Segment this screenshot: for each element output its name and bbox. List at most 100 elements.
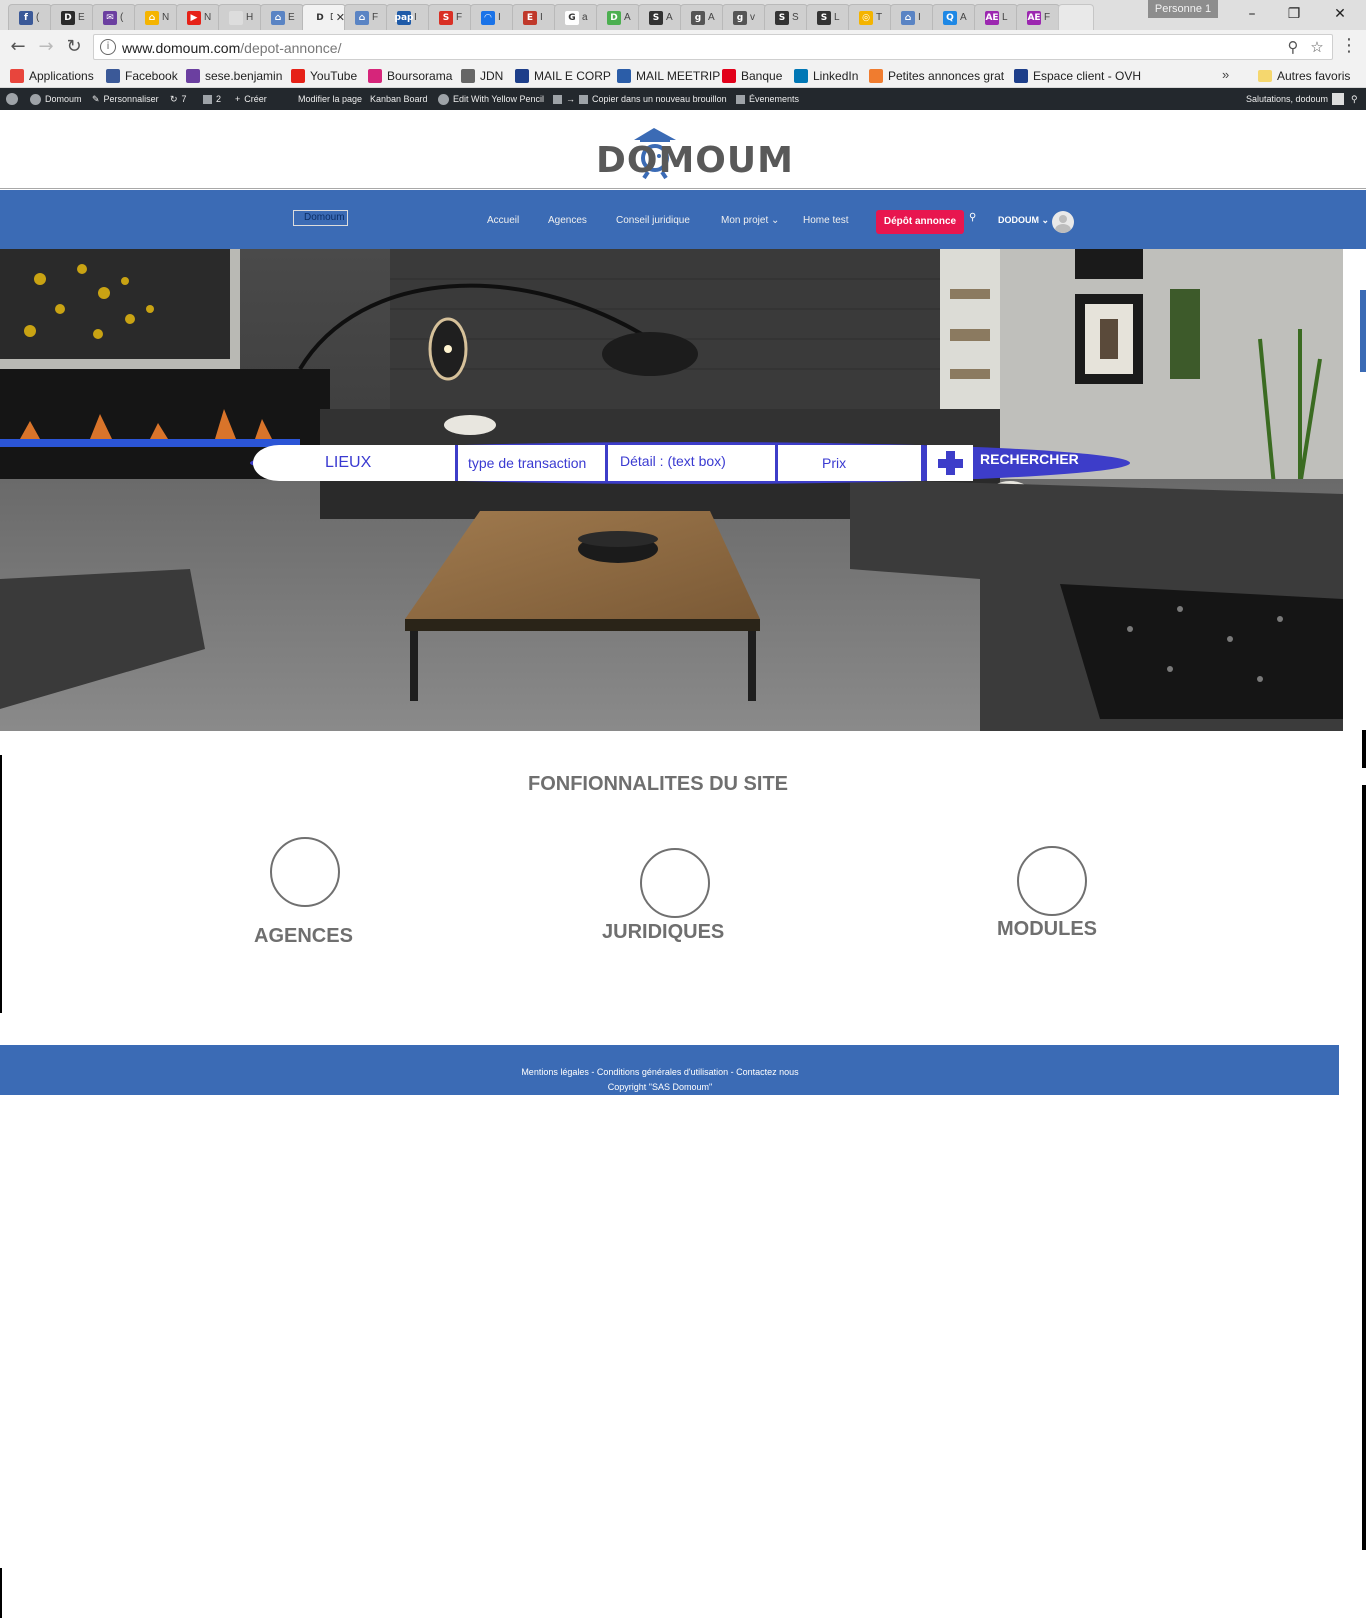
detail-field[interactable]: Détail : (text box) bbox=[608, 445, 778, 481]
tab-favicon-icon: D bbox=[607, 10, 621, 25]
scrollbar-thumb[interactable] bbox=[1360, 290, 1366, 372]
address-bar[interactable]: i www.domoum.com/depot-annonce/ ⚲ ☆ bbox=[93, 34, 1333, 60]
zoom-icon[interactable]: ⚲ bbox=[1284, 38, 1302, 56]
nav-home-test[interactable]: Home test bbox=[803, 215, 849, 226]
browser-tab[interactable]: SS bbox=[764, 4, 808, 30]
close-window-icon[interactable]: ✕ bbox=[1328, 2, 1352, 26]
wp-edit-page-label: Modifier la page bbox=[298, 94, 363, 104]
nav-legal[interactable]: Conseil juridique bbox=[616, 215, 690, 226]
browser-tab[interactable]: SA bbox=[638, 4, 682, 30]
browser-tab[interactable]: pap I bbox=[386, 4, 430, 30]
bookmark-item[interactable]: LinkedIn bbox=[794, 67, 858, 85]
browser-tab[interactable]: ◎ T bbox=[848, 4, 892, 30]
site-logo[interactable]: DOMOUM bbox=[592, 120, 793, 181]
wp-yellow-pencil-link[interactable]: Edit With Yellow Pencil bbox=[438, 88, 544, 110]
bookmark-item[interactable]: MAIL MEETRIP bbox=[617, 67, 720, 85]
profile-button[interactable]: Personne 1 bbox=[1148, 0, 1218, 18]
back-icon[interactable]: ← bbox=[6, 35, 30, 59]
browser-tab[interactable]: DD✕ bbox=[302, 4, 346, 30]
browser-tab[interactable]: QA bbox=[932, 4, 976, 30]
wp-copy-draft-link[interactable]: → Copier dans un nouveau brouillon bbox=[553, 88, 727, 110]
wp-greeting: Salutations, dodoum bbox=[1246, 94, 1329, 104]
wp-search-icon[interactable]: ⚲ bbox=[1351, 88, 1358, 110]
nav-project[interactable]: Mon projet ⌄ bbox=[721, 215, 779, 226]
browser-tab[interactable]: ⌂ E bbox=[260, 4, 304, 30]
browser-tab[interactable]: DE bbox=[50, 4, 94, 30]
nav-home[interactable]: Accueil bbox=[487, 215, 519, 226]
star-icon[interactable]: ☆ bbox=[1308, 38, 1326, 56]
browser-tab[interactable]: ⌂ N bbox=[134, 4, 178, 30]
new-tab-button[interactable] bbox=[1058, 4, 1094, 30]
bookmark-item[interactable]: sese.benjamin bbox=[186, 67, 282, 85]
update-icon: ↻ bbox=[170, 94, 178, 104]
agencies-icon bbox=[270, 837, 340, 907]
wp-events-link[interactable]: Évenements bbox=[736, 88, 799, 110]
browser-tab[interactable]: DA bbox=[596, 4, 640, 30]
browser-tab[interactable]: gv bbox=[722, 4, 766, 30]
document-icon bbox=[579, 94, 588, 104]
bookmark-item[interactable]: Facebook bbox=[106, 67, 178, 85]
more-filters-button[interactable] bbox=[927, 445, 973, 481]
price-field[interactable]: Prix bbox=[778, 445, 924, 481]
footer-links[interactable]: Mentions légales - Conditions générales … bbox=[0, 1067, 1320, 1077]
site-header: DOMOUM bbox=[0, 110, 1366, 189]
browser-tab[interactable]: AE L bbox=[974, 4, 1018, 30]
bookmark-item[interactable]: Espace client - OVH bbox=[1014, 67, 1141, 85]
nav-agencies[interactable]: Agences bbox=[548, 215, 587, 226]
browser-tab[interactable]: Ga bbox=[554, 4, 598, 30]
browser-tab[interactable]: ⌂ I bbox=[890, 4, 934, 30]
tab-favicon-icon: ⌂ bbox=[271, 10, 285, 25]
other-bookmarks[interactable]: Autres favoris bbox=[1258, 67, 1350, 85]
browser-tab[interactable]: H bbox=[218, 4, 262, 30]
wp-edit-page-link[interactable]: Modifier la page bbox=[298, 88, 362, 110]
home-icon bbox=[30, 93, 41, 105]
wp-new-link[interactable]: + Créer bbox=[235, 88, 267, 110]
reload-icon[interactable]: ↻ bbox=[62, 35, 86, 59]
user-menu[interactable]: DODOUM ⌄ bbox=[998, 215, 1049, 226]
bookmark-item[interactable]: YouTube bbox=[291, 67, 357, 85]
wp-kanban-link[interactable]: Kanban Board bbox=[370, 88, 428, 110]
minimize-icon[interactable]: – bbox=[1240, 2, 1264, 26]
nav-logo[interactable]: Domoum bbox=[293, 210, 348, 226]
transaction-type-field[interactable]: type de transaction bbox=[458, 445, 608, 481]
wp-site-link[interactable]: Domoum bbox=[30, 88, 82, 110]
wp-copy-draft-label: Copier dans un nouveau brouillon bbox=[592, 94, 727, 104]
post-ad-button[interactable]: Dépôt annonce bbox=[876, 210, 964, 234]
restore-icon[interactable]: ❐ bbox=[1282, 2, 1306, 26]
info-icon[interactable]: i bbox=[100, 39, 116, 55]
browser-tab[interactable]: ◠ I bbox=[470, 4, 514, 30]
browser-tab[interactable]: gA bbox=[680, 4, 724, 30]
browser-tab[interactable]: ✉( bbox=[92, 4, 136, 30]
bookmark-item[interactable]: Applications bbox=[10, 67, 94, 85]
forward-icon[interactable]: → bbox=[34, 35, 58, 59]
tab-title: a bbox=[582, 12, 588, 23]
wordpress-icon[interactable] bbox=[6, 88, 18, 110]
browser-tab[interactable]: SL bbox=[806, 4, 850, 30]
browser-tab[interactable]: f( bbox=[8, 4, 52, 30]
bookmark-item[interactable]: Petites annonces grat bbox=[869, 67, 1006, 85]
wp-comments-link[interactable]: 2 bbox=[203, 88, 221, 110]
pencil-icon bbox=[438, 93, 449, 105]
menu-icon[interactable]: ⋮ bbox=[1340, 35, 1358, 59]
url-text[interactable]: www.domoum.com/depot-annonce/ bbox=[122, 40, 341, 56]
browser-tab[interactable]: SF bbox=[428, 4, 472, 30]
bookmark-item[interactable]: Banque bbox=[722, 67, 782, 85]
bookmarks-overflow-icon[interactable]: » bbox=[1222, 67, 1229, 82]
search-button[interactable]: RECHERCHER bbox=[980, 451, 1079, 467]
bookmark-item[interactable]: Boursorama bbox=[368, 67, 452, 85]
bookmark-item[interactable]: MAIL E CORP bbox=[515, 67, 611, 85]
location-field[interactable]: LIEUX bbox=[253, 445, 458, 481]
browser-tab[interactable]: AE F bbox=[1016, 4, 1060, 30]
wp-account-link[interactable]: Salutations, dodoum bbox=[1246, 88, 1345, 110]
user-avatar[interactable] bbox=[1052, 211, 1074, 233]
browser-tab[interactable]: ▶ N bbox=[176, 4, 220, 30]
browser-tab[interactable]: EI bbox=[512, 4, 556, 30]
wp-customize-link[interactable]: ✎ Personnaliser bbox=[92, 88, 159, 110]
bookmark-item[interactable]: JDN bbox=[461, 67, 503, 85]
browser-tab[interactable]: ⌂ F bbox=[344, 4, 388, 30]
tab-title: F bbox=[1044, 12, 1051, 23]
search-icon[interactable]: ⚲ bbox=[969, 212, 976, 223]
bookmark-label: YouTube bbox=[310, 69, 358, 83]
tab-title: N bbox=[204, 12, 212, 23]
wp-updates-link[interactable]: ↻ 7 bbox=[170, 88, 187, 110]
